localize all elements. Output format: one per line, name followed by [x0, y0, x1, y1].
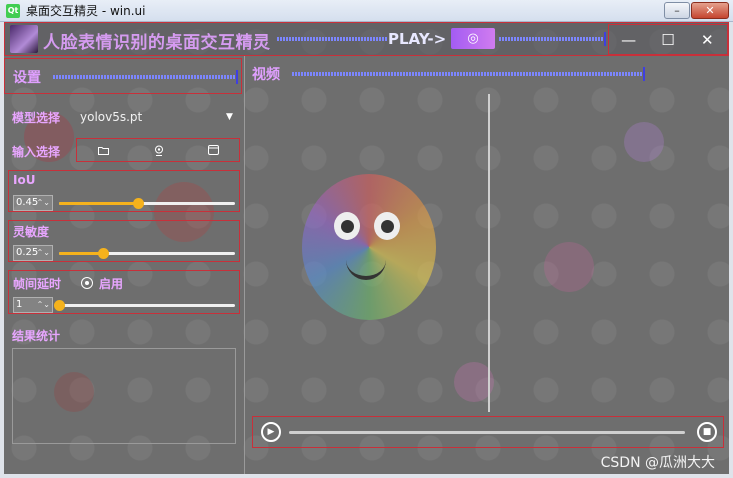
spin-arrows-icon: ⌃⌄ — [36, 198, 50, 207]
video-header: 视频 — [248, 58, 648, 86]
maximize-icon[interactable]: ☐ — [654, 31, 682, 49]
window-close-button[interactable]: ✕ — [691, 2, 729, 19]
results-area — [12, 348, 236, 444]
window-title: 桌面交互精灵 - win.ui — [26, 4, 146, 18]
results-title: 结果统计 — [12, 329, 61, 343]
camera-icon: ◎ — [467, 31, 479, 46]
iou-slider-fill — [59, 202, 139, 205]
window-minimize-button[interactable]: – — [664, 2, 690, 19]
iou-slider-handle[interactable] — [133, 198, 145, 209]
sensitivity-slider-fill — [59, 252, 103, 255]
play-label: PLAY-> — [388, 30, 447, 48]
app-window-controls: — ☐ ✕ — [608, 24, 728, 55]
video-divider-line — [488, 94, 490, 412]
iou-spinbox[interactable]: 0.45 ⌃⌄ — [13, 195, 53, 211]
app-title: 人脸表情识别的桌面交互精灵 — [43, 33, 271, 53]
decorative-line — [277, 37, 387, 41]
emoji-eye — [334, 212, 360, 240]
settings-header: 设置 — [4, 58, 242, 94]
iou-slider[interactable] — [59, 198, 235, 209]
delay-slider-handle[interactable] — [54, 300, 65, 311]
decorative-line — [292, 67, 645, 81]
model-select-dropdown[interactable]: yolov5s.pt — [80, 110, 142, 124]
qt-logo-icon: Qt — [6, 3, 20, 18]
delay-enable-label[interactable]: 启用 — [99, 275, 123, 292]
emoji-face-image — [302, 174, 436, 320]
avatar — [10, 25, 38, 53]
emoji-eye — [374, 212, 400, 240]
sensitivity-group: 灵敏度 0.25 ⌃⌄ — [8, 220, 240, 262]
delay-enable-radio[interactable] — [81, 277, 93, 289]
playback-bar: ▶ ■ — [252, 416, 724, 448]
input-select-label: 输入选择 — [12, 145, 61, 159]
delay-label: 帧间延时 — [13, 277, 62, 291]
webcam-icon[interactable] — [151, 143, 167, 157]
window-titlebar: Qt 桌面交互精灵 - win.ui – ✕ — [0, 0, 733, 22]
delay-spinbox[interactable]: 1 ⌃⌄ — [13, 297, 53, 313]
input-select-group — [76, 138, 240, 162]
spin-arrows-icon: ⌃⌄ — [36, 300, 50, 309]
watermark: CSDN @瓜洲大大 — [600, 455, 715, 471]
video-title: 视频 — [252, 67, 280, 83]
sensitivity-spinbox[interactable]: 0.25 ⌃⌄ — [13, 245, 53, 261]
minimize-icon[interactable]: — — [615, 31, 643, 49]
settings-title: 设置 — [13, 70, 41, 86]
progress-slider[interactable] — [289, 431, 685, 434]
header-bar: 人脸表情识别的桌面交互精灵 PLAY-> ◎ — ☐ ✕ — [4, 22, 729, 56]
window-controls: – ✕ — [664, 2, 729, 19]
window-icon[interactable] — [205, 143, 221, 157]
sensitivity-slider[interactable] — [59, 248, 235, 259]
decorative-line — [499, 32, 606, 46]
delay-slider[interactable] — [54, 300, 235, 311]
folder-icon[interactable] — [95, 143, 111, 157]
delay-value: 1 — [16, 299, 23, 310]
stop-icon[interactable]: ■ — [697, 422, 717, 442]
close-icon[interactable]: ✕ — [693, 31, 721, 49]
app-main: 人脸表情识别的桌面交互精灵 PLAY-> ◎ — ☐ ✕ 设置 模型选择 yol… — [4, 22, 729, 474]
spin-arrows-icon: ⌃⌄ — [36, 248, 50, 257]
decorative-line — [53, 70, 238, 84]
sensitivity-label: 灵敏度 — [13, 225, 50, 239]
sensitivity-value: 0.25 — [16, 247, 39, 258]
play-camera-button[interactable]: ◎ — [451, 28, 495, 49]
chevron-down-icon[interactable]: ▼ — [226, 112, 233, 122]
iou-group: IoU 0.45 ⌃⌄ — [8, 170, 240, 212]
play-icon[interactable]: ▶ — [261, 422, 281, 442]
model-select-label: 模型选择 — [12, 111, 61, 125]
iou-label: IoU — [13, 173, 36, 187]
sensitivity-slider-handle[interactable] — [98, 248, 109, 259]
delay-group: 帧间延时 启用 1 ⌃⌄ — [8, 270, 240, 314]
iou-value: 0.45 — [16, 197, 39, 208]
panel-divider — [244, 56, 245, 474]
